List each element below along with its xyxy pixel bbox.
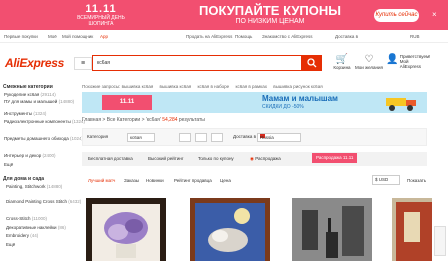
results-label: результаты	[178, 117, 205, 123]
wishlist-button[interactable]: ♡ Мои желания	[355, 54, 383, 70]
currency-select[interactable]: $ USD	[372, 175, 400, 185]
coupon-filter[interactable]: Только по купону	[198, 152, 234, 166]
sidebar-more[interactable]: Ещё	[4, 162, 13, 167]
topbar-link[interactable]: Первые покупки	[4, 34, 38, 39]
promo-subtitle: ПО НИЗКИМ ЦЕНАМ	[235, 18, 305, 25]
cart-button[interactable]: 🛒 Корзина	[330, 54, 354, 70]
related-searches: Похожие запросы: вышивка кс6ая вышивка к…	[82, 84, 328, 89]
promo-banner[interactable]: 11.11 ВСЕМИРНЫЙ ДЕНЬ ШОПИНГА ПОКУПАЙТЕ К…	[0, 0, 448, 30]
product-image	[195, 203, 265, 261]
shopping-day-logo: 11.11 ВСЕМИРНЫЙ ДЕНЬ ШОПИНГА	[66, 3, 136, 28]
account-button[interactable]: 👤 Приветствуем! Мой AliExpress	[386, 54, 446, 69]
sort-bar: Лучший матч Заказы Новинки Рейтинг прода…	[82, 173, 427, 187]
top-bar: Первые покупки Моё Мой помощник App Прод…	[0, 31, 448, 43]
currency-link[interactable]: RUB	[410, 34, 420, 39]
related-search[interactable]: кс6ая в рамках	[235, 84, 267, 89]
keyword-filter-input[interactable]: кс6ая	[127, 133, 155, 142]
sidebar-item[interactable]: Diamond Painting Cross Stitch (6432)	[6, 199, 81, 204]
cart-label: Корзина	[333, 65, 351, 70]
breadcrumb: Главная > Все Категории > 'кс6ая' 54,284…	[82, 117, 205, 123]
sidebar-item[interactable]: Painting, Stitchwork (14880)	[6, 184, 62, 189]
topbar-link[interactable]: Продать на AliExpress	[186, 34, 232, 39]
topbar-link[interactable]: Моё	[48, 34, 57, 39]
product-image	[396, 202, 432, 261]
search-button[interactable]	[302, 55, 322, 71]
price-max-input[interactable]	[195, 133, 207, 142]
cart-icon: 🛒	[335, 54, 349, 65]
ship-to-link[interactable]: Доставка в	[335, 34, 358, 39]
sale-1111-filter[interactable]: Распродажа 11.11	[312, 153, 358, 163]
product-card[interactable]	[86, 198, 166, 261]
banner-subtitle: СКИДКИ ДО -50%	[262, 104, 304, 110]
topbar-link[interactable]: Знакомство с AliExpress	[262, 34, 312, 39]
quick-filters: Бесплатная доставка Высокий рейтинг Толь…	[82, 152, 427, 166]
filter-ok-button[interactable]	[211, 133, 223, 142]
product-image	[292, 198, 372, 261]
ship-filter-label: Доставка в	[233, 134, 256, 139]
search-input[interactable]: кс6ая	[92, 55, 302, 71]
aliexpress-logo[interactable]: AliExpress	[5, 56, 64, 70]
banner-title: Мамам и малышам	[262, 94, 338, 103]
topbar-link[interactable]: Мой помощник	[62, 34, 93, 39]
logo-caption: ВСЕМИРНЫЙ ДЕНЬ ШОПИНГА	[77, 15, 125, 27]
related-search[interactable]: Похожие запросы: вышивка кс6ая	[82, 84, 153, 89]
product-card[interactable]	[392, 198, 432, 261]
results-count: 54,284	[162, 117, 178, 123]
back-to-top-button[interactable]	[434, 226, 446, 256]
heart-icon: ♡	[364, 54, 374, 65]
related-search[interactable]: вышивка рисунок кс6ая	[273, 84, 322, 89]
sort-seller-rating[interactable]: Рейтинг продавца	[174, 178, 212, 183]
sidebar-more[interactable]: Ещё	[6, 242, 15, 247]
free-shipping-filter[interactable]: Бесплатная доставка	[88, 152, 133, 166]
sidebar-item[interactable]: Предметы домашнего обихода (1024)	[4, 136, 83, 141]
sale-filter[interactable]: ◉ Распродажа	[250, 152, 281, 166]
product-image	[92, 204, 160, 261]
mother-baby-banner[interactable]: 11.11 Мамам и малышам СКИДКИ ДО -50%	[82, 92, 427, 113]
breadcrumb-path[interactable]: Главная > Все Категории > 'кс6ая'	[82, 117, 161, 123]
sidebar-item[interactable]: Инструменты (1324)	[4, 111, 46, 116]
sidebar-item[interactable]: Радиоэлектронные компоненты (1324)	[4, 119, 85, 124]
sidebar-item[interactable]: Рукоделие кс6ая (29114)	[4, 92, 56, 97]
price-min-input[interactable]	[179, 133, 191, 142]
sidebar-item[interactable]: Cross-Stitch (11000)	[6, 216, 47, 221]
related-search[interactable]: вышивка кс6ая	[160, 84, 192, 89]
product-card[interactable]	[292, 198, 372, 261]
sort-price[interactable]: Цена	[220, 178, 231, 183]
close-icon[interactable]: ×	[432, 11, 440, 19]
filter-label: Категория	[87, 134, 109, 139]
sidebar-item[interactable]: Интерьер и декор (2400)	[4, 153, 56, 158]
promo-title: ПОКУПАЙТЕ КУПОНЫ	[198, 3, 342, 18]
sidebar-item[interactable]: ПУ для мамы и малышей (14880)	[4, 99, 74, 104]
categories-menu-icon[interactable]: ≡	[74, 57, 92, 70]
ship-to-select[interactable]: Russia	[257, 133, 301, 142]
sidebar-item[interactable]: Embroidery (44)	[6, 233, 38, 238]
toy-truck-icon	[386, 98, 416, 111]
category-sidebar: Смежные категории Рукоделие кс6ая (29114…	[0, 84, 85, 261]
sidebar-item[interactable]: Декоративные наклейки (86)	[6, 225, 66, 230]
sort-orders[interactable]: Заказы	[124, 178, 139, 183]
product-card[interactable]	[190, 198, 270, 261]
search-icon	[307, 58, 317, 68]
banner-sale-badge: 11.11	[102, 95, 152, 110]
topbar-app-link[interactable]: App	[100, 34, 108, 39]
sidebar-heading: Смежные категории	[3, 84, 53, 90]
user-icon: 👤	[386, 54, 399, 65]
sort-new[interactable]: Новинки	[146, 178, 164, 183]
sidebar-heading: Для дома и сада	[3, 176, 45, 182]
view-toggle[interactable]: Показать	[407, 178, 426, 183]
related-search[interactable]: кс6ая в наборе	[197, 84, 229, 89]
header: AliExpress ≡ кс6ая 🛒 Корзина ♡ Мои желан…	[0, 46, 448, 80]
wishlist-label: Мои желания	[355, 65, 383, 70]
sort-best-match[interactable]: Лучший матч	[88, 178, 115, 183]
buy-now-button[interactable]: Купить сейчас	[374, 9, 419, 22]
account-label: Приветствуем! Мой AliExpress	[399, 54, 431, 69]
filter-bar: Категория кс6ая Доставка в Russia	[82, 128, 427, 146]
logo-number: 11.11	[85, 3, 117, 15]
high-rating-filter[interactable]: Высокий рейтинг	[148, 152, 184, 166]
topbar-link[interactable]: Помощь	[235, 34, 252, 39]
